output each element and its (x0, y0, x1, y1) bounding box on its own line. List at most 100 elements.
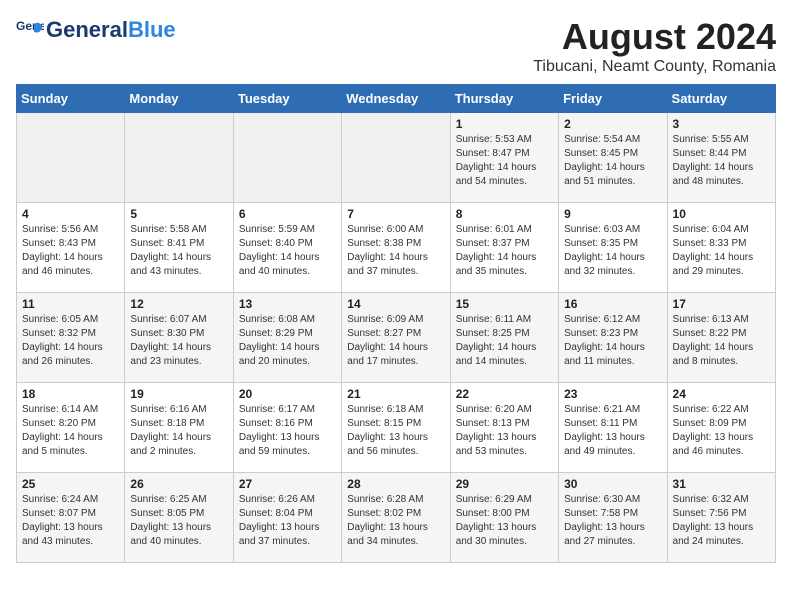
day-info: Sunrise: 6:03 AM Sunset: 8:35 PM Dayligh… (564, 223, 661, 279)
day-info: Sunrise: 5:59 AM Sunset: 8:40 PM Dayligh… (239, 223, 336, 279)
day-number: 11 (22, 297, 119, 311)
day-number: 21 (347, 387, 444, 401)
day-number: 18 (22, 387, 119, 401)
header: General GeneralBlue August 2024 Tibucani… (16, 16, 776, 76)
day-number: 20 (239, 387, 336, 401)
day-info: Sunrise: 5:54 AM Sunset: 8:45 PM Dayligh… (564, 133, 661, 189)
day-number: 29 (456, 477, 553, 491)
title-block: August 2024 Tibucani, Neamt County, Roma… (533, 16, 776, 76)
calendar-cell: 6 Sunrise: 5:59 AM Sunset: 8:40 PM Daylig… (233, 203, 341, 293)
day-number: 23 (564, 387, 661, 401)
day-info: Sunrise: 6:01 AM Sunset: 8:37 PM Dayligh… (456, 223, 553, 279)
day-number: 9 (564, 207, 661, 221)
header-day-thursday: Thursday (450, 85, 558, 113)
calendar-cell: 23Sunrise: 6:21 AM Sunset: 8:11 PM Dayli… (559, 383, 667, 473)
day-number: 16 (564, 297, 661, 311)
day-number: 14 (347, 297, 444, 311)
day-number: 10 (673, 207, 770, 221)
calendar-cell: 14 Sunrise: 6:09 AM Sunset: 8:27 PM Dayli… (342, 293, 450, 383)
calendar-cell: 3 Sunrise: 5:55 AM Sunset: 8:44 PM Daylig… (667, 113, 775, 203)
day-info: Sunrise: 6:32 AM Sunset: 7:56 PM Dayligh… (673, 493, 770, 549)
week-row-2: 4 Sunrise: 5:56 AM Sunset: 8:43 PM Daylig… (17, 203, 776, 293)
day-number: 17 (673, 297, 770, 311)
logo-blue-text: Blue (128, 17, 176, 42)
calendar-cell: 18 Sunrise: 6:14 AM Sunset: 8:20 PM Dayli… (17, 383, 125, 473)
day-info: Sunrise: 6:16 AM Sunset: 8:18 PM Dayligh… (130, 403, 227, 459)
calendar-cell: 28 Sunrise: 6:28 AM Sunset: 8:02 PM Dayli… (342, 473, 450, 563)
day-number: 8 (456, 207, 553, 221)
calendar-cell: 20Sunrise: 6:17 AM Sunset: 8:16 PM Dayli… (233, 383, 341, 473)
day-info: Sunrise: 5:55 AM Sunset: 8:44 PM Dayligh… (673, 133, 770, 189)
calendar-cell: 26 Sunrise: 6:25 AM Sunset: 8:05 PM Dayli… (125, 473, 233, 563)
header-day-tuesday: Tuesday (233, 85, 341, 113)
calendar-cell: 8 Sunrise: 6:01 AM Sunset: 8:37 PM Daylig… (450, 203, 558, 293)
week-row-3: 11Sunrise: 6:05 AM Sunset: 8:32 PM Dayli… (17, 293, 776, 383)
day-number: 7 (347, 207, 444, 221)
calendar-cell: 9 Sunrise: 6:03 AM Sunset: 8:35 PM Daylig… (559, 203, 667, 293)
day-number: 3 (673, 117, 770, 131)
day-info: Sunrise: 6:09 AM Sunset: 8:27 PM Dayligh… (347, 313, 444, 369)
logo-icon: General (16, 16, 44, 44)
day-info: Sunrise: 6:13 AM Sunset: 8:22 PM Dayligh… (673, 313, 770, 369)
day-number: 27 (239, 477, 336, 491)
main-title: August 2024 (533, 16, 776, 58)
day-number: 19 (130, 387, 227, 401)
day-info: Sunrise: 6:12 AM Sunset: 8:23 PM Dayligh… (564, 313, 661, 369)
day-info: Sunrise: 6:11 AM Sunset: 8:25 PM Dayligh… (456, 313, 553, 369)
calendar-cell (17, 113, 125, 203)
day-info: Sunrise: 6:00 AM Sunset: 8:38 PM Dayligh… (347, 223, 444, 279)
day-info: Sunrise: 6:14 AM Sunset: 8:20 PM Dayligh… (22, 403, 119, 459)
calendar-cell: 29 Sunrise: 6:29 AM Sunset: 8:00 PM Dayli… (450, 473, 558, 563)
day-number: 28 (347, 477, 444, 491)
day-info: Sunrise: 6:30 AM Sunset: 7:58 PM Dayligh… (564, 493, 661, 549)
day-info: Sunrise: 5:58 AM Sunset: 8:41 PM Dayligh… (130, 223, 227, 279)
calendar-cell: 27 Sunrise: 6:26 AM Sunset: 8:04 PM Dayli… (233, 473, 341, 563)
day-number: 5 (130, 207, 227, 221)
calendar-cell: 16 Sunrise: 6:12 AM Sunset: 8:23 PM Dayli… (559, 293, 667, 383)
subtitle: Tibucani, Neamt County, Romania (533, 58, 776, 76)
calendar-cell (233, 113, 341, 203)
calendar-cell (342, 113, 450, 203)
day-number: 25 (22, 477, 119, 491)
calendar-cell: 5 Sunrise: 5:58 AM Sunset: 8:41 PM Daylig… (125, 203, 233, 293)
day-number: 31 (673, 477, 770, 491)
calendar-cell: 7 Sunrise: 6:00 AM Sunset: 8:38 PM Daylig… (342, 203, 450, 293)
day-info: Sunrise: 6:29 AM Sunset: 8:00 PM Dayligh… (456, 493, 553, 549)
calendar-cell: 13 Sunrise: 6:08 AM Sunset: 8:29 PM Dayli… (233, 293, 341, 383)
day-info: Sunrise: 5:53 AM Sunset: 8:47 PM Dayligh… (456, 133, 553, 189)
day-info: Sunrise: 6:08 AM Sunset: 8:29 PM Dayligh… (239, 313, 336, 369)
calendar-cell: 4 Sunrise: 5:56 AM Sunset: 8:43 PM Daylig… (17, 203, 125, 293)
day-number: 1 (456, 117, 553, 131)
calendar-cell: 22Sunrise: 6:20 AM Sunset: 8:13 PM Dayli… (450, 383, 558, 473)
calendar-cell: 12Sunrise: 6:07 AM Sunset: 8:30 PM Dayli… (125, 293, 233, 383)
day-number: 26 (130, 477, 227, 491)
day-number: 6 (239, 207, 336, 221)
calendar-cell: 2 Sunrise: 5:54 AM Sunset: 8:45 PM Daylig… (559, 113, 667, 203)
day-number: 12 (130, 297, 227, 311)
day-info: Sunrise: 6:22 AM Sunset: 8:09 PM Dayligh… (673, 403, 770, 459)
day-number: 2 (564, 117, 661, 131)
header-day-wednesday: Wednesday (342, 85, 450, 113)
day-info: Sunrise: 6:26 AM Sunset: 8:04 PM Dayligh… (239, 493, 336, 549)
header-day-monday: Monday (125, 85, 233, 113)
calendar-cell: 31 Sunrise: 6:32 AM Sunset: 7:56 PM Dayli… (667, 473, 775, 563)
week-row-5: 25Sunrise: 6:24 AM Sunset: 8:07 PM Dayli… (17, 473, 776, 563)
day-info: Sunrise: 6:20 AM Sunset: 8:13 PM Dayligh… (456, 403, 553, 459)
day-info: Sunrise: 6:25 AM Sunset: 8:05 PM Dayligh… (130, 493, 227, 549)
header-day-saturday: Saturday (667, 85, 775, 113)
calendar-cell: 1 Sunrise: 5:53 AM Sunset: 8:47 PM Daylig… (450, 113, 558, 203)
day-info: Sunrise: 6:18 AM Sunset: 8:15 PM Dayligh… (347, 403, 444, 459)
day-info: Sunrise: 5:56 AM Sunset: 8:43 PM Dayligh… (22, 223, 119, 279)
day-info: Sunrise: 6:28 AM Sunset: 8:02 PM Dayligh… (347, 493, 444, 549)
calendar-cell: 11Sunrise: 6:05 AM Sunset: 8:32 PM Dayli… (17, 293, 125, 383)
day-number: 24 (673, 387, 770, 401)
day-number: 4 (22, 207, 119, 221)
calendar-cell: 25Sunrise: 6:24 AM Sunset: 8:07 PM Dayli… (17, 473, 125, 563)
day-number: 30 (564, 477, 661, 491)
day-number: 13 (239, 297, 336, 311)
header-row: SundayMondayTuesdayWednesdayThursdayFrid… (17, 85, 776, 113)
calendar-cell: 30 Sunrise: 6:30 AM Sunset: 7:58 PM Dayli… (559, 473, 667, 563)
calendar-cell: 17 Sunrise: 6:13 AM Sunset: 8:22 PM Dayli… (667, 293, 775, 383)
day-number: 15 (456, 297, 553, 311)
calendar-table: SundayMondayTuesdayWednesdayThursdayFrid… (16, 84, 776, 563)
